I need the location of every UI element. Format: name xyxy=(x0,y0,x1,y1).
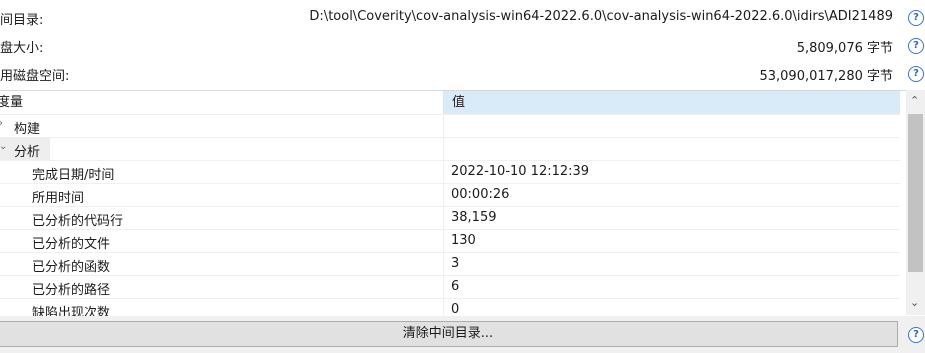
row-value: 6 xyxy=(451,279,460,294)
disk-size-row: 磁盘大小: 5,809,076 字节 ? xyxy=(0,34,925,58)
row-label: 所用时间 xyxy=(32,191,85,206)
help-icon[interactable]: ? xyxy=(908,66,924,82)
metric-cell: 完成日期/时间 xyxy=(0,161,444,184)
chevron-down-icon[interactable]: ⌄ xyxy=(0,141,7,152)
metric-cell: 所用时间 xyxy=(0,184,444,207)
intermediate-dir-row: 中间目录: D:\tool\Coverity\cov-analysis-win6… xyxy=(0,6,925,30)
row-label: 缺陷出现次数 xyxy=(32,306,111,316)
table-row[interactable]: 缺陷出现次数 0 xyxy=(0,298,900,316)
row-label: 已分析的代码行 xyxy=(32,214,124,229)
table-row[interactable]: › 构建 xyxy=(0,114,900,138)
disk-size-label: 磁盘大小: xyxy=(0,41,44,56)
row-value: 2022-10-10 12:12:39 xyxy=(451,164,590,179)
metric-cell: 缺陷出现次数 xyxy=(0,299,444,316)
column-header-metric-label: 度量 xyxy=(0,95,24,110)
help-icon[interactable]: ? xyxy=(908,38,924,54)
intermediate-dir-label: 中间目录: xyxy=(0,13,44,28)
row-label: 构建 xyxy=(14,122,41,137)
table-row[interactable]: 所用时间 00:00:26 xyxy=(0,183,900,207)
metrics-table[interactable]: 度量 值 › 构建 ⌄ 分析 完成日期/时间 2022-10-10 12:12:… xyxy=(0,90,906,316)
metric-cell: 已分析的文件 xyxy=(0,230,444,253)
row-value: 3 xyxy=(451,256,460,271)
table-row[interactable]: ⌄ 分析 xyxy=(0,137,900,161)
clear-intermediate-dir-button[interactable]: 清除中间目录... xyxy=(0,321,898,347)
help-icon[interactable]: ? xyxy=(908,327,924,343)
row-label: 已分析的路径 xyxy=(32,283,111,298)
row-value: 38,159 xyxy=(451,210,497,225)
footer-bar: 清除中间目录... ? xyxy=(0,316,925,353)
row-value: 00:00:26 xyxy=(451,187,510,202)
column-header-value-label: 值 xyxy=(452,95,466,110)
row-label: 已分析的函数 xyxy=(32,260,111,275)
scrollbar-thumb[interactable] xyxy=(908,114,923,272)
scroll-down-icon[interactable]: ⌄ xyxy=(910,296,919,309)
row-value: 0 xyxy=(451,302,460,316)
row-label: 已分析的文件 xyxy=(32,237,111,252)
table-row[interactable]: 完成日期/时间 2022-10-10 12:12:39 xyxy=(0,160,900,184)
table-row[interactable]: 已分析的函数 3 xyxy=(0,252,900,276)
free-space-label: 可用磁盘空间: xyxy=(0,69,70,84)
column-header-value[interactable]: 值 xyxy=(444,91,900,114)
vertical-scrollbar[interactable]: ⌃ ⌄ xyxy=(906,90,925,315)
row-value: 130 xyxy=(451,233,476,248)
metric-cell: 已分析的函数 xyxy=(0,253,444,276)
table-row[interactable]: 已分析的路径 6 xyxy=(0,275,900,299)
metric-cell: 已分析的代码行 xyxy=(0,207,444,230)
free-space-value: 53,090,017,280 字节 xyxy=(759,69,893,84)
help-icon[interactable]: ? xyxy=(908,10,924,26)
metric-cell: ⌄ 分析 xyxy=(0,138,444,161)
table-row[interactable]: 已分析的代码行 38,159 xyxy=(0,206,900,230)
row-label: 完成日期/时间 xyxy=(32,168,115,183)
free-space-row: 可用磁盘空间: 53,090,017,280 字节 ? xyxy=(0,62,925,86)
table-row[interactable]: 已分析的文件 130 xyxy=(0,229,900,253)
metric-cell: 已分析的路径 xyxy=(0,276,444,299)
column-header-metric[interactable]: 度量 xyxy=(0,91,444,114)
disk-size-value: 5,809,076 字节 xyxy=(796,41,893,56)
metric-cell: › 构建 xyxy=(0,115,444,138)
intermediate-dir-value: D:\tool\Coverity\cov-analysis-win64-2022… xyxy=(309,9,893,24)
chevron-right-icon[interactable]: › xyxy=(0,118,3,129)
table-header: 度量 值 xyxy=(0,91,906,114)
scroll-up-icon[interactable]: ⌃ xyxy=(910,94,919,107)
row-label: 分析 xyxy=(14,145,41,160)
